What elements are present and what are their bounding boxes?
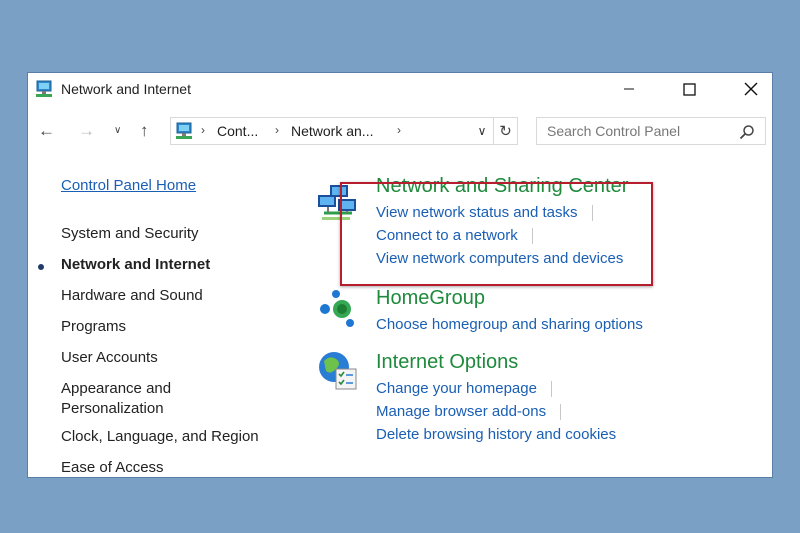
breadcrumb-network-and-internet[interactable]: Network an... <box>291 123 373 139</box>
up-arrow-icon[interactable]: ↑ <box>140 121 149 141</box>
forward-arrow-icon[interactable]: → <box>78 121 95 141</box>
internet-options-icon[interactable] <box>316 349 360 393</box>
address-dropdown-icon[interactable]: ∨ <box>471 118 493 144</box>
link-change-homepage[interactable]: Change your homepage <box>376 380 552 398</box>
recent-locations-chevron-icon[interactable]: ∨ <box>114 125 121 136</box>
active-item-bullet <box>38 264 44 270</box>
sidebar-home-link[interactable]: Control Panel Home <box>61 177 196 194</box>
category-title[interactable]: Internet Options <box>376 351 518 374</box>
control-panel-icon <box>176 122 192 139</box>
address-bar[interactable]: › Cont... › Network an... › ∨ ↻ <box>170 117 518 145</box>
search-box[interactable] <box>536 117 766 145</box>
network-icon <box>36 80 52 97</box>
close-icon <box>744 82 758 96</box>
sidebar-item-user-accounts[interactable]: User Accounts <box>61 348 158 368</box>
navigation-bar: ← → ∨ ↑ › Cont... › Network an... › ∨ ↻ <box>28 113 772 149</box>
sidebar-item-programs[interactable]: Programs <box>61 317 126 337</box>
breadcrumb-separator[interactable]: › <box>275 123 279 137</box>
sidebar-item-hardware-sound[interactable]: Hardware and Sound <box>61 286 203 306</box>
sidebar-item-network-internet[interactable]: Network and Internet <box>61 255 210 275</box>
sidebar-item-clock-language-region[interactable]: Clock, Language, and Region <box>61 427 259 447</box>
breadcrumb-separator[interactable]: › <box>397 123 401 137</box>
sidebar-item-label: Personalization <box>61 400 164 417</box>
sidebar-item-ease-of-access[interactable]: Ease of Access <box>61 458 164 477</box>
sidebar-item-appearance[interactable]: Appearance and Personalization <box>61 379 171 419</box>
breadcrumb-separator[interactable]: › <box>201 123 205 137</box>
homegroup-icon[interactable] <box>316 287 360 331</box>
link-manage-browser-addons[interactable]: Manage browser add-ons <box>376 403 562 421</box>
highlight-box <box>340 182 653 286</box>
sidebar-item-system-security[interactable]: System and Security <box>61 224 199 244</box>
close-button[interactable] <box>728 73 772 105</box>
minimize-icon <box>624 88 634 90</box>
category-title[interactable]: HomeGroup <box>376 287 485 310</box>
search-icon[interactable] <box>739 124 755 140</box>
refresh-icon[interactable]: ↻ <box>493 118 517 144</box>
link-label[interactable]: Manage browser add-ons <box>376 403 546 420</box>
link-label[interactable]: Change your homepage <box>376 380 537 397</box>
link-delete-browsing-history[interactable]: Delete browsing history and cookies <box>376 426 616 443</box>
link-choose-homegroup-options[interactable]: Choose homegroup and sharing options <box>376 316 643 333</box>
title-bar: Network and Internet <box>28 73 772 105</box>
maximize-icon <box>682 82 696 96</box>
minimize-button[interactable] <box>606 73 652 105</box>
maximize-button[interactable] <box>666 73 712 105</box>
back-arrow-icon[interactable]: ← <box>38 121 55 141</box>
link-separator <box>560 404 562 421</box>
sidebar-item-label: Appearance and <box>61 380 172 397</box>
link-separator <box>550 381 552 398</box>
window-title: Network and Internet <box>61 81 191 97</box>
breadcrumb-control-panel[interactable]: Cont... <box>217 123 258 139</box>
search-input[interactable] <box>537 118 733 144</box>
